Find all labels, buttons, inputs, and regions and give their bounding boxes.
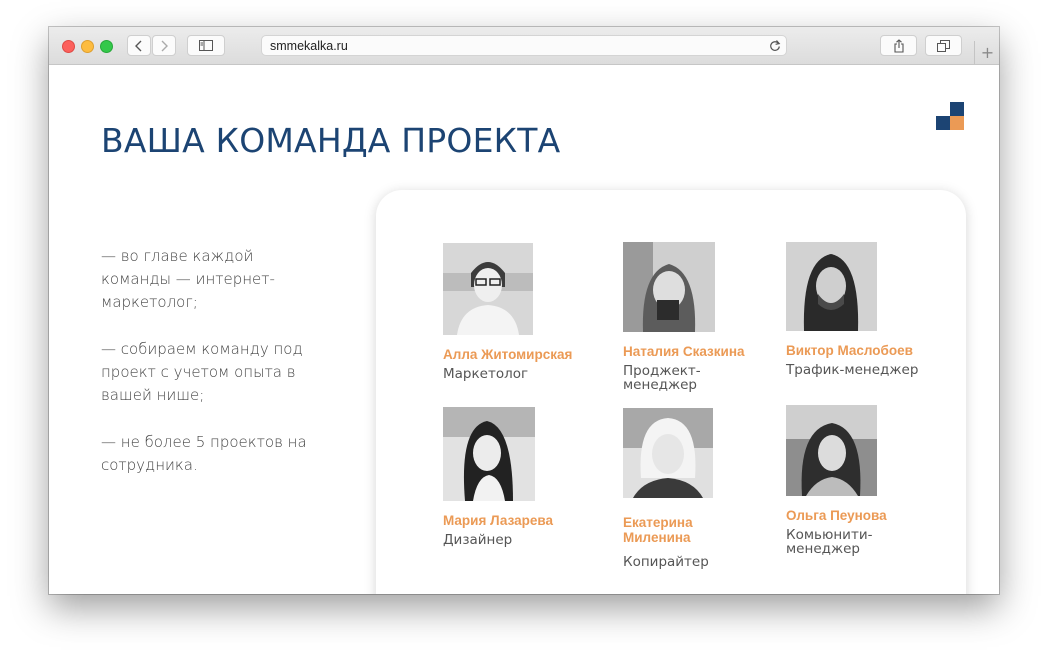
logo-square-left [936, 116, 950, 130]
sidebar-icon [199, 40, 213, 51]
member-photo [443, 243, 533, 335]
team-member-card: Наталия Сказкина Проджект-менеджер [623, 242, 763, 392]
browser-window: smmekalka.ru + ВАША КОМАНДА ПРОЕКТА — во… [49, 27, 999, 594]
team-member-card: Ольга Пеунова Комьюнити-менеджер [786, 405, 906, 556]
back-button[interactable] [127, 35, 151, 56]
member-photo [786, 242, 877, 331]
member-role: Трафик-менеджер [786, 362, 919, 378]
member-photo [443, 407, 535, 501]
team-member-card: Виктор Маслобоев Трафик-менеджер [786, 242, 946, 377]
reload-icon[interactable] [769, 39, 781, 52]
member-photo [786, 405, 877, 496]
member-role: Маркетолог [443, 366, 529, 382]
team-card: Алла Житомирская Маркетолог Наталия Сказ… [376, 190, 966, 594]
minimize-window-button[interactable] [81, 40, 94, 53]
close-window-button[interactable] [62, 40, 75, 53]
browser-toolbar: smmekalka.ru + [49, 27, 999, 65]
benefits-list: — во главе каждой команды — интернет-мар… [101, 245, 321, 501]
team-member-card: Екатерина Миленина Копирайтер [623, 408, 743, 569]
logo-square-orange [950, 116, 964, 130]
chevron-right-icon [161, 40, 168, 51]
logo-square-top [950, 102, 964, 116]
member-photo [623, 408, 713, 498]
sidebar-button[interactable] [187, 35, 225, 56]
address-bar[interactable]: smmekalka.ru [261, 35, 787, 56]
member-name: Ольга Пеунова [786, 508, 887, 523]
benefit-item: — собираем команду под проект с учетом о… [101, 340, 303, 404]
benefit-item: — не более 5 проектов на сотрудника. [101, 433, 307, 474]
member-role: Дизайнер [443, 532, 513, 548]
plus-icon: + [980, 43, 995, 62]
member-role: Комьюнити-менеджер [786, 527, 873, 557]
page-title: ВАША КОМАНДА ПРОЕКТА [101, 121, 561, 160]
tabs-overview-button[interactable] [925, 35, 962, 56]
member-photo [623, 242, 715, 332]
member-role: Проджект-менеджер [623, 363, 701, 393]
chevron-left-icon [135, 40, 142, 51]
forward-button[interactable] [152, 35, 176, 56]
team-member-card: Мария Лазарева Дизайнер [443, 407, 593, 547]
member-name: Алла Житомирская [443, 347, 573, 362]
tabs-icon [937, 39, 950, 52]
address-bar-url: smmekalka.ru [270, 39, 348, 53]
member-name: Наталия Сказкина [623, 344, 745, 359]
zoom-window-button[interactable] [100, 40, 113, 53]
share-button[interactable] [880, 35, 917, 56]
member-role: Копирайтер [623, 554, 709, 570]
new-tab-button[interactable]: + [974, 41, 999, 64]
page-content: ВАША КОМАНДА ПРОЕКТА — во главе каждой к… [49, 65, 999, 594]
company-logo [936, 102, 964, 130]
member-name: Мария Лазарева [443, 513, 553, 528]
share-icon [893, 38, 904, 53]
benefit-item: — во главе каждой команды — интернет-мар… [101, 247, 275, 311]
member-name: Виктор Маслобоев [786, 343, 913, 358]
team-member-card: Алла Житомирская Маркетолог [443, 243, 593, 381]
member-name: Екатерина Миленина [623, 515, 693, 545]
